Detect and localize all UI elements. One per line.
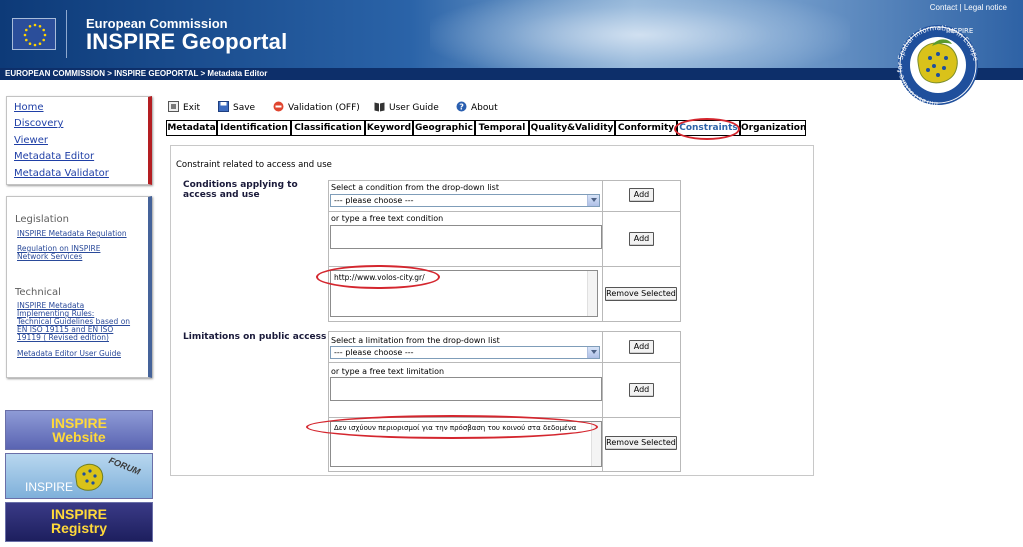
nav-metadata-validator[interactable]: Metadata Validator <box>14 166 148 182</box>
conditions-free-text-input[interactable] <box>330 225 602 249</box>
save-button[interactable]: Save <box>218 101 255 115</box>
top-links: Contact | Legal notice <box>930 3 1007 12</box>
tab-quality-validity[interactable]: Quality&Validity <box>529 120 615 136</box>
limitations-add-free-button[interactable]: Add <box>629 383 654 397</box>
nav-home[interactable]: Home <box>14 100 148 116</box>
nav-discovery[interactable]: Discovery <box>14 116 148 132</box>
inspire-forum-banner[interactable]: INSPIRE FORUM <box>5 453 153 499</box>
conditions-label: Conditions applying to access and use <box>183 180 298 200</box>
main-navigation: Home Discovery Viewer Metadata Editor Me… <box>6 96 152 185</box>
limitations-value-highlight <box>306 415 598 439</box>
limitations-label: Limitations on public access <box>183 332 327 342</box>
user-guide-label: User Guide <box>389 103 439 113</box>
chevron-down-icon[interactable] <box>587 195 599 206</box>
inspire-website-banner[interactable]: INSPIRE Website <box>5 410 153 450</box>
seal-word: INSPIRE <box>946 27 973 35</box>
limitations-add-button[interactable]: Add <box>629 340 654 354</box>
conditions-value-highlight <box>316 265 440 289</box>
limitations-free-text-input[interactable] <box>330 377 602 401</box>
limitations-remove-button[interactable]: Remove Selected <box>605 436 677 450</box>
limitations-dropdown-value: --- please choose --- <box>334 348 414 357</box>
svg-text:?: ? <box>459 103 464 112</box>
header-cloud-decoration <box>430 0 850 68</box>
top-links-separator: | <box>959 3 962 12</box>
documentation-panel: Legislation INSPIRE Metadata Regulation … <box>6 196 152 378</box>
conditions-label-line1: Conditions applying to <box>183 180 298 190</box>
tab-classification[interactable]: Classification <box>291 120 365 136</box>
conditions-free-hint: or type a free text condition <box>331 214 444 223</box>
eu-flag-logo <box>12 18 56 50</box>
validation-label: Validation (OFF) <box>288 103 360 113</box>
save-icon <box>218 101 229 112</box>
link-network-services-regulation[interactable]: Regulation on INSPIRE Network Services <box>17 245 100 261</box>
link-technical-guidelines[interactable]: INSPIRE Metadata Implementing Rules: Tec… <box>17 302 130 342</box>
exit-button[interactable]: Exit <box>168 101 200 115</box>
book-icon <box>374 102 385 112</box>
limitations-free-hint: or type a free text limitation <box>331 367 445 376</box>
forum-map-icon <box>75 463 104 491</box>
limitations-dropdown[interactable]: --- please choose --- <box>330 346 600 359</box>
conditions-select-hint: Select a condition from the drop-down li… <box>331 183 499 192</box>
constraints-tab-highlight <box>674 118 740 140</box>
inspire-seal-logo: Infrastructure for Spatial Information i… <box>892 20 984 108</box>
conditions-label-line2: access and use <box>183 190 260 200</box>
website-banner-line2: Website <box>52 429 106 445</box>
validation-icon <box>273 101 284 112</box>
tab-keyword[interactable]: Keyword <box>365 120 413 136</box>
website-banner-line1: INSPIRE <box>50 415 107 431</box>
header-divider <box>66 10 67 58</box>
limitations-select-hint: Select a limitation from the drop-down l… <box>331 336 500 345</box>
breadcrumb: EUROPEAN COMMISSION > INSPIRE GEOPORTAL … <box>0 68 1023 80</box>
legal-notice-link[interactable]: Legal notice <box>964 3 1007 12</box>
nav-metadata-editor[interactable]: Metadata Editor <box>14 149 148 165</box>
conditions-add-free-button[interactable]: Add <box>629 232 654 246</box>
technical-title: Technical <box>15 287 61 298</box>
legislation-title: Legislation <box>15 214 69 225</box>
help-icon: ? <box>456 101 467 112</box>
tab-conformity[interactable]: Conformity <box>615 120 677 136</box>
save-label: Save <box>233 103 256 113</box>
conditions-dropdown[interactable]: --- please choose --- <box>330 194 600 207</box>
tab-identification[interactable]: Identification <box>217 120 291 136</box>
user-guide-button[interactable]: User Guide <box>374 101 439 115</box>
forum-banner-inspire: INSPIRE <box>25 480 74 494</box>
conditions-list-scrollbar[interactable] <box>587 271 597 316</box>
validation-toggle[interactable]: Validation (OFF) <box>273 101 360 115</box>
forum-banner-word: FORUM <box>107 455 142 477</box>
registry-banner-line1: INSPIRE <box>50 506 107 522</box>
section-title: Constraint related to access and use <box>176 160 332 170</box>
tab-geographic[interactable]: Geographic <box>413 120 475 136</box>
contact-link[interactable]: Contact <box>930 3 958 12</box>
link-metadata-regulation[interactable]: INSPIRE Metadata Regulation <box>17 230 127 238</box>
tab-organization[interactable]: Organization <box>740 120 806 136</box>
portal-title: INSPIRE Geoportal <box>86 29 288 54</box>
tab-metadata[interactable]: Metadata <box>166 120 217 136</box>
inspire-registry-banner[interactable]: INSPIRE Registry <box>5 502 153 542</box>
tab-temporal[interactable]: Temporal <box>475 120 529 136</box>
registry-banner-line2: Registry <box>50 520 108 536</box>
conditions-add-button[interactable]: Add <box>629 188 654 202</box>
link-editor-user-guide[interactable]: Metadata Editor User Guide <box>17 350 121 358</box>
chevron-down-icon[interactable] <box>587 347 599 358</box>
nav-viewer[interactable]: Viewer <box>14 133 148 149</box>
page-header: European Commission INSPIRE Geoportal Co… <box>0 0 1023 68</box>
about-button[interactable]: ? About <box>456 101 498 115</box>
about-label: About <box>471 103 498 113</box>
conditions-dropdown-value: --- please choose --- <box>334 196 414 205</box>
exit-label: Exit <box>183 103 201 113</box>
conditions-remove-button[interactable]: Remove Selected <box>605 287 677 301</box>
exit-icon <box>168 101 179 112</box>
